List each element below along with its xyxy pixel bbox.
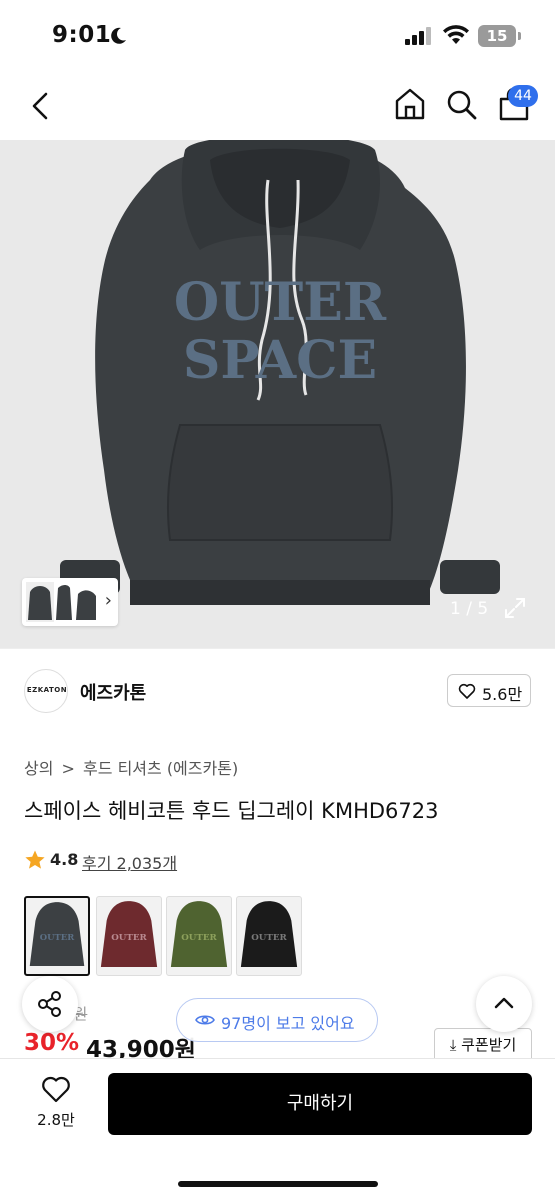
heart-icon xyxy=(458,683,476,699)
status-time: 9:01 xyxy=(52,22,112,48)
signal-icon xyxy=(405,27,431,45)
breadcrumb-level1[interactable]: 상의 xyxy=(24,759,53,778)
discount-rate: 30% xyxy=(24,1030,80,1056)
breadcrumb: 상의 > 후드 티셔츠 (에즈카톤) xyxy=(24,755,241,779)
eye-icon xyxy=(195,1015,215,1025)
coupon-label: 쿠폰받기 xyxy=(461,1036,517,1054)
brand-like-button[interactable]: 5.6만 xyxy=(447,674,531,707)
battery-indicator: 15 xyxy=(478,25,516,47)
download-icon: ⤓ xyxy=(449,1036,457,1054)
home-indicator xyxy=(178,1181,378,1187)
top-nav xyxy=(0,72,555,140)
cart-count-badge: 44 xyxy=(508,85,538,107)
viewers-notice: 97명이 보고 있어요 xyxy=(176,998,378,1042)
product-title: 스페이스 헤비코튼 후드 딥그레이 KMHD6723 xyxy=(24,799,439,823)
hoodie-thumbnail: OUTER xyxy=(29,902,85,967)
status-bar: 9:01 15 xyxy=(0,0,555,72)
color-option-burgundy[interactable]: OUTER xyxy=(96,896,162,976)
coupon-button[interactable]: ⤓ 쿠폰받기 xyxy=(434,1028,532,1062)
color-option-deep-grey[interactable]: OUTER xyxy=(24,896,90,976)
buy-button[interactable]: 구매하기 xyxy=(108,1073,532,1135)
svg-text:OUTER: OUTER xyxy=(174,272,387,333)
back-button[interactable] xyxy=(26,88,56,124)
chevron-up-icon xyxy=(494,997,514,1009)
expand-icon[interactable] xyxy=(503,596,527,620)
brand-logo[interactable]: EZKATON xyxy=(24,669,68,713)
brand-like-count: 5.6만 xyxy=(482,685,523,704)
wishlist-button[interactable]: 2.8만 xyxy=(30,1075,82,1135)
search-button[interactable] xyxy=(445,87,479,123)
svg-text:OUTER: OUTER xyxy=(181,933,217,943)
share-button[interactable] xyxy=(22,976,78,1032)
brand-row[interactable]: EZKATON 에즈카톤 5.6만 xyxy=(0,648,555,732)
svg-text:OUTER: OUTER xyxy=(111,933,147,943)
breadcrumb-level2[interactable]: 후드 티셔츠 (에즈카톤) xyxy=(83,759,238,778)
hoodie-thumbnail: OUTER xyxy=(240,901,298,968)
moon-icon xyxy=(111,27,126,44)
viewers-text: 97명이 보고 있어요 xyxy=(221,1014,355,1033)
thumbnail-images xyxy=(26,582,96,622)
heart-icon xyxy=(42,1076,70,1103)
wishlist-count: 2.8만 xyxy=(37,1111,75,1129)
home-button[interactable] xyxy=(393,86,427,122)
bottom-action-bar: 2.8만 구매하기 xyxy=(0,1058,555,1200)
brand-name[interactable]: 에즈카톤 xyxy=(80,679,146,705)
product-image-gallery[interactable]: OUTER SPACE › 1 / 5 xyxy=(0,140,555,648)
gallery-page-indicator: 1 / 5 xyxy=(450,599,489,619)
chevron-right-icon: › xyxy=(104,590,112,611)
battery-tip xyxy=(518,32,521,40)
share-icon xyxy=(38,991,61,1017)
reviews-link[interactable]: 후기 2,035개 xyxy=(82,850,177,874)
svg-text:OUTER: OUTER xyxy=(251,933,287,943)
wifi-icon xyxy=(443,25,469,44)
breadcrumb-separator: > xyxy=(61,759,75,778)
product-image: OUTER SPACE xyxy=(0,140,555,648)
svg-text:SPACE: SPACE xyxy=(183,330,377,391)
hoodie-thumbnail: OUTER xyxy=(170,901,228,968)
gallery-thumbnails[interactable]: › xyxy=(22,578,118,626)
svg-text:OUTER: OUTER xyxy=(40,932,75,942)
scroll-top-button[interactable] xyxy=(476,976,532,1032)
rating-value: 4.8 xyxy=(50,850,79,869)
star-icon xyxy=(25,850,45,869)
hoodie-thumbnail: OUTER xyxy=(100,901,158,968)
color-option-khaki[interactable]: OUTER xyxy=(166,896,232,976)
color-option-black[interactable]: OUTER xyxy=(236,896,302,976)
brand-logo-text: EZKATON xyxy=(26,686,68,694)
